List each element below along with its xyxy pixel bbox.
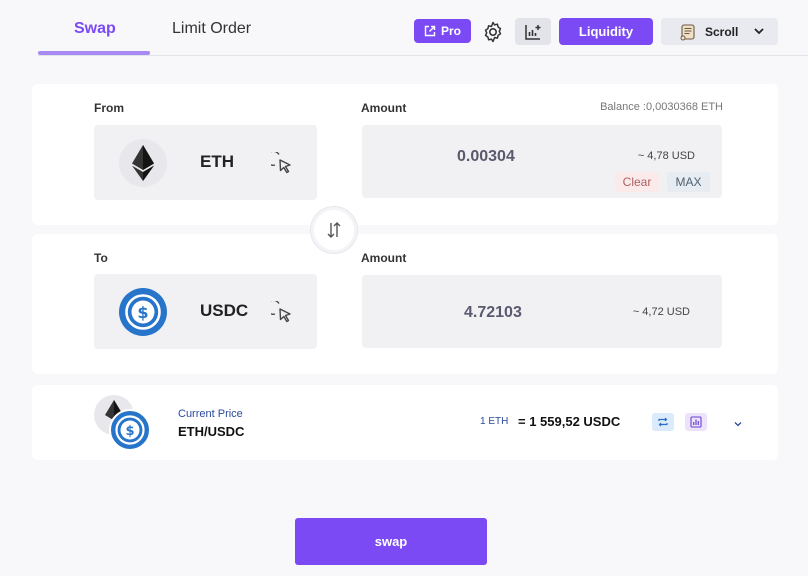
pointer-click-icon [271,301,291,323]
eth-icon [119,139,167,187]
swap-arrows-icon [327,222,341,238]
pro-label: Pro [440,24,461,38]
to-label: To [94,251,108,265]
max-button[interactable]: MAX [667,172,710,192]
from-usd-value: ~ 4,78 USD [637,150,695,162]
active-tab-indicator [38,51,150,55]
from-token-name: ETH [200,152,234,171]
chevron-down-icon[interactable] [732,418,744,430]
repeat-icon [658,417,668,427]
chevron-down-icon [754,28,764,35]
network-label: Scroll [705,24,739,39]
swap-button[interactable]: swap [295,518,487,565]
gear-icon[interactable] [481,20,505,44]
to-token-name: USDC [200,301,249,320]
pro-button[interactable]: Pro [414,19,471,43]
from-amount-value: 0.00304 [457,148,515,165]
bar-chart-icon [690,416,702,428]
to-amount-value: 4.72103 [464,304,522,321]
pointer-click-icon [271,152,291,174]
svg-text:$: $ [137,303,148,322]
from-card: From Amount Balance :0,0030368 ETH ETH 0… [32,84,778,225]
tab-swap[interactable]: Swap [74,20,116,38]
scroll-logo-icon [680,23,695,40]
balance-text: Balance :0,0030368 ETH [600,101,723,113]
to-amount-field[interactable]: 4.72103 ~ 4,72 USD [362,275,722,348]
from-amount-field[interactable]: 0.00304 ~ 4,78 USD Clear MAX [362,125,722,198]
clear-button[interactable]: Clear [615,172,659,192]
to-amount-label: Amount [361,251,407,265]
liquidity-button[interactable]: Liquidity [559,18,653,45]
chart-toggle-button[interactable] [515,18,551,45]
switch-direction-button[interactable] [310,206,358,254]
to-card: To Amount $ USDC 4.72103 ~ 4,72 USD [32,234,778,374]
current-price-caption: Current Price [178,408,243,420]
from-token-selector[interactable]: ETH [94,125,317,200]
price-chart-button[interactable] [685,413,707,431]
chart-add-icon [525,24,541,40]
usdc-icon: $ [119,288,167,336]
network-selector[interactable]: Scroll [661,18,778,45]
rate-quote: = 1 559,52 USDC [518,414,621,429]
to-token-selector[interactable]: $ USDC [94,274,317,349]
pair-name: ETH/USDC [178,424,245,439]
rate-base: 1 ETH [480,416,509,427]
to-usd-value: ~ 4,72 USD [632,306,690,318]
swap-page: Swap Limit Order Pro Liquidity Scroll Fr… [0,0,808,576]
invert-rate-button[interactable] [652,413,674,431]
tab-limit-order[interactable]: Limit Order [172,20,251,38]
external-link-icon [424,25,436,37]
pair-icons: $ [94,395,151,451]
from-amount-label: Amount [361,101,407,115]
price-card: $ Current Price ETH/USDC 1 ETH = 1 559,5… [32,385,778,460]
svg-text:$: $ [125,424,134,439]
from-label: From [94,101,124,115]
